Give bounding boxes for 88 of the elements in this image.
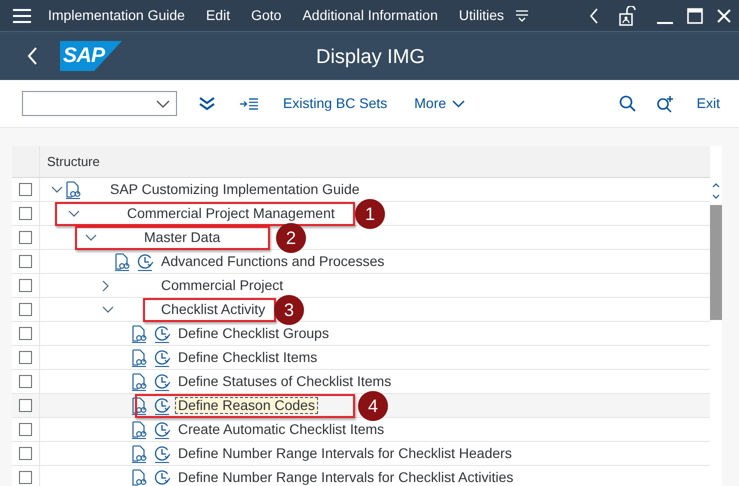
tree-item-label[interactable]: Master Data [144, 230, 220, 245]
tree-row[interactable]: Define Reason Codes 4 [12, 394, 710, 418]
search-icon[interactable] [618, 95, 636, 112]
dropdown-field[interactable] [22, 91, 177, 116]
tree-item-label[interactable]: Commercial Project [161, 278, 284, 293]
tree-row[interactable]: SAP Customizing Implementation Guide [12, 178, 710, 202]
scroll-arrows-icon[interactable] [712, 181, 720, 201]
caret-icon [452, 100, 466, 108]
checkbox[interactable] [19, 183, 32, 196]
checkbox[interactable] [19, 303, 32, 316]
tree-item-label[interactable]: Commercial Project Management [127, 206, 335, 221]
tree-item-label[interactable]: Define Checklist Items [178, 350, 318, 365]
document-glasses-icon[interactable] [131, 372, 147, 390]
checkbox[interactable] [19, 207, 32, 220]
tree-item-label[interactable]: Define Number Range Intervals for Checklist Activities [178, 470, 514, 485]
checkbox[interactable] [19, 279, 32, 292]
document-glasses-icon[interactable] [131, 396, 147, 414]
menu-icon[interactable] [12, 8, 32, 24]
document-glasses-icon[interactable] [131, 468, 147, 486]
tree-row[interactable]: Define Checklist Items [12, 346, 710, 370]
clock-icon[interactable] [154, 324, 170, 342]
double-chevron-icon[interactable] [199, 96, 215, 110]
checkbox[interactable] [19, 471, 32, 484]
clock-icon[interactable] [154, 468, 170, 486]
menu-item[interactable]: Utilities [458, 5, 504, 26]
clock-icon[interactable] [137, 252, 153, 270]
menu-item[interactable]: Implementation Guide [48, 5, 185, 26]
tree-row[interactable]: Commercial Project Management 1 [12, 202, 710, 226]
chevron-right-icon[interactable] [102, 280, 110, 292]
column-header: Structure [46, 152, 100, 171]
checkbox[interactable] [19, 327, 32, 340]
scrollbar[interactable] [710, 146, 722, 486]
checkbox[interactable] [19, 375, 32, 388]
tree-item-label[interactable]: Define Reason Codes [176, 398, 317, 413]
chevron-down-icon[interactable] [51, 186, 63, 194]
tree-row[interactable]: Define Statuses of Checklist Items [12, 370, 710, 394]
close-icon[interactable] [717, 8, 731, 22]
checkbox[interactable] [19, 399, 32, 412]
clock-icon[interactable] [154, 348, 170, 366]
tree-row[interactable]: Advanced Functions and Processes [12, 250, 710, 274]
more-button[interactable]: More [414, 93, 466, 114]
back-icon[interactable] [589, 8, 599, 24]
window-title: Display IMG [316, 45, 425, 70]
tree-row[interactable]: Master Data 2 [12, 226, 710, 250]
menu-item[interactable]: Edit [206, 5, 230, 26]
menu-item[interactable]: Goto [251, 5, 282, 26]
unlock-icon[interactable] [619, 6, 637, 26]
document-glasses-icon[interactable] [65, 180, 81, 198]
zoom-in-icon[interactable] [656, 94, 674, 112]
scrollbar-thumb[interactable] [710, 205, 722, 320]
document-glasses-icon[interactable] [131, 348, 147, 366]
maximize-icon[interactable] [687, 8, 703, 24]
tree-item-label[interactable]: Checklist Activity [161, 302, 266, 317]
tree-row[interactable]: Define Number Range Intervals for Checklist Headers [12, 442, 710, 466]
checkbox[interactable] [19, 255, 32, 268]
tree-item-label[interactable]: Advanced Functions and Processes [161, 254, 384, 269]
document-glasses-icon[interactable] [131, 420, 147, 438]
caret-icon [156, 100, 170, 108]
tree-item-label[interactable]: Define Checklist Groups [178, 326, 329, 341]
tree-row[interactable]: Define Checklist Groups [12, 322, 710, 346]
checkbox[interactable] [19, 231, 32, 244]
clock-icon[interactable] [154, 396, 170, 414]
chevron-down-icon[interactable] [68, 210, 80, 218]
tree-item-label[interactable]: Define Statuses of Checklist Items [178, 374, 392, 389]
sap-logo: SAP [60, 41, 122, 71]
indent-list-icon[interactable] [240, 98, 258, 110]
existing-bc-sets-button[interactable]: Existing BC Sets [283, 93, 388, 114]
tree-row[interactable]: Create Automatic Checklist Items [12, 418, 710, 442]
document-glasses-icon[interactable] [114, 252, 130, 270]
chevron-down-icon[interactable] [85, 234, 97, 242]
checkbox[interactable] [19, 447, 32, 460]
clock-icon[interactable] [154, 420, 170, 438]
tree-item-label[interactable]: Define Number Range Intervals for Checklist Headers [178, 446, 512, 461]
back-icon[interactable] [26, 46, 38, 66]
tree-row[interactable]: Commercial Project [12, 274, 710, 298]
checkbox[interactable] [19, 423, 32, 436]
tree-item-label[interactable]: SAP Customizing Implementation Guide [110, 182, 360, 197]
clock-icon[interactable] [154, 372, 170, 390]
document-glasses-icon[interactable] [131, 444, 147, 462]
checkbox[interactable] [19, 351, 32, 364]
menu-item[interactable]: Additional Information [302, 5, 438, 26]
more-menu-icon[interactable] [515, 10, 529, 22]
clock-icon[interactable] [154, 444, 170, 462]
document-glasses-icon[interactable] [131, 324, 147, 342]
exit-button[interactable]: Exit [696, 93, 720, 114]
tree-item-label[interactable]: Create Automatic Checklist Items [178, 422, 384, 437]
tree-row[interactable]: Checklist Activity 3 [12, 298, 710, 322]
chevron-down-icon[interactable] [102, 306, 114, 314]
